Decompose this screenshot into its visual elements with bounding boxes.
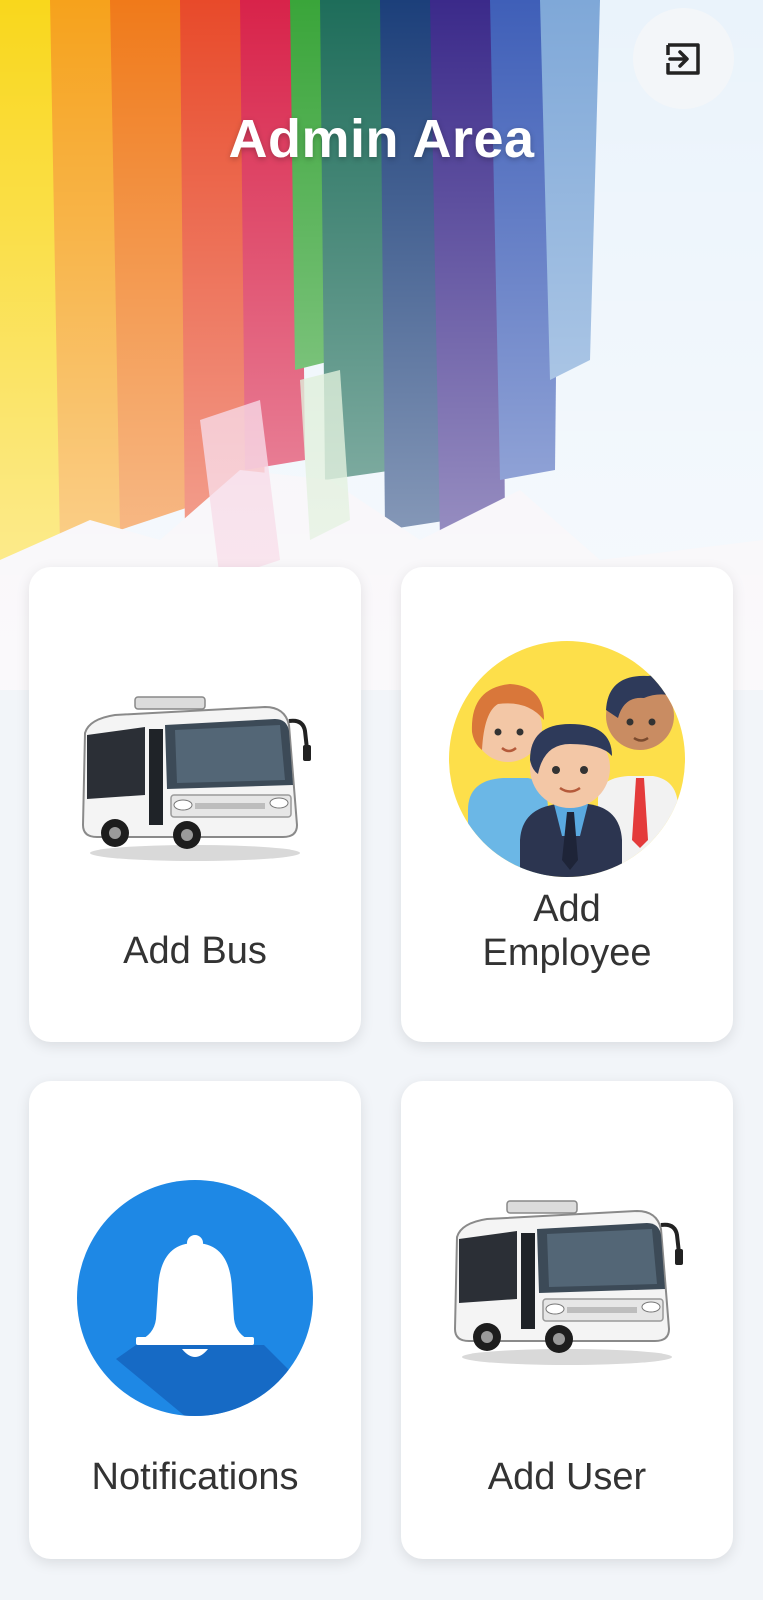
add-user-label: Add User <box>487 1456 647 1498</box>
add-user-card[interactable]: Add User <box>401 1081 733 1559</box>
add-bus-card[interactable]: Add Bus <box>29 567 361 1042</box>
bus-icon <box>29 685 361 865</box>
add-employee-label: Add Employee <box>482 888 652 974</box>
page-title: Admin Area <box>228 109 535 169</box>
add-bus-label: Add Bus <box>123 930 267 972</box>
notifications-label: Notifications <box>91 1456 299 1498</box>
logout-icon <box>665 42 700 75</box>
logout-button[interactable] <box>633 8 734 109</box>
notifications-card[interactable]: Notifications <box>29 1081 361 1559</box>
employees-icon <box>401 640 733 878</box>
bell-icon <box>29 1179 361 1417</box>
bus-icon <box>401 1189 733 1369</box>
add-employee-card[interactable]: Add Employee <box>401 567 733 1042</box>
